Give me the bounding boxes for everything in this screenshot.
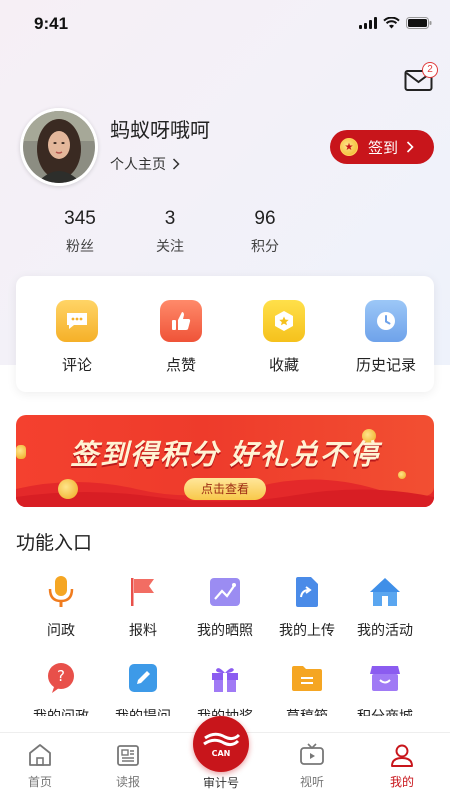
gift-icon — [207, 660, 243, 696]
feature-my-activities[interactable]: 我的活动 — [340, 574, 430, 640]
stat-label: 关注 — [156, 238, 184, 254]
feature-label: 草稿箱 — [286, 708, 328, 716]
feature-label: 积分商城 — [357, 708, 413, 716]
thumbs-up-icon — [160, 300, 202, 342]
stat-label: 积分 — [251, 238, 279, 254]
tab-audit-center-button[interactable]: CAN — [193, 716, 249, 772]
store-icon — [367, 660, 403, 696]
tab-newspaper[interactable]: 读报 — [88, 741, 168, 790]
coin-icon: ★ — [340, 138, 358, 156]
username: 蚂蚁呀哦呵 — [110, 120, 210, 142]
mail-badge: 2 — [422, 62, 438, 78]
feature-my-lottery[interactable]: 我的抽奖 — [180, 660, 270, 716]
user-icon — [362, 741, 442, 769]
profile-stats: 345 粉丝 3 关注 96 积分 — [40, 208, 290, 264]
coin-decoration-icon — [58, 479, 78, 499]
stat-value: 96 — [254, 208, 276, 229]
status-icons — [359, 17, 432, 29]
feature-drafts[interactable]: 草稿箱 — [262, 660, 352, 716]
tab-audit-label: 审计号 — [202, 776, 239, 790]
clock-icon — [365, 300, 407, 342]
feature-label: 我的活动 — [357, 622, 413, 638]
tv-icon — [272, 741, 352, 769]
tab-label: 我的 — [389, 775, 414, 789]
microphone-icon — [43, 574, 79, 610]
chevron-right-icon — [172, 158, 180, 170]
feature-label: 我的晒照 — [197, 622, 253, 638]
stat-value: 3 — [164, 208, 176, 229]
chevron-right-icon — [406, 141, 414, 153]
action-label: 点赞 — [165, 357, 196, 374]
feature-label: 报料 — [129, 622, 157, 638]
checkin-promo-banner[interactable]: 签到得积分 好礼兑不停 点击查看 — [16, 415, 434, 507]
banner-view-button[interactable]: 点击查看 — [184, 478, 266, 500]
feature-my-wenzheng[interactable]: ? 我的问政 — [16, 660, 106, 716]
stat-points[interactable]: 96 积分 — [225, 208, 305, 256]
question-icon: ? — [43, 660, 79, 696]
action-label: 评论 — [61, 357, 92, 374]
personal-homepage-link[interactable]: 个人主页 — [110, 154, 180, 174]
tent-icon — [367, 574, 403, 610]
checkin-button[interactable]: ★ 签到 — [330, 130, 434, 164]
tab-mine[interactable]: 我的 — [362, 741, 442, 790]
action-collect[interactable]: 收藏 — [241, 300, 327, 375]
banner-title: 签到得积分 好礼兑不停 — [70, 439, 380, 470]
upload-file-icon — [289, 574, 325, 610]
stat-following[interactable]: 3 关注 — [130, 208, 210, 256]
feature-my-photos[interactable]: 我的晒照 — [180, 574, 270, 640]
status-bar: 9:41 — [0, 0, 450, 50]
feature-label: 我的上传 — [279, 622, 335, 638]
stat-label: 粉丝 — [66, 238, 94, 254]
feature-my-uploads[interactable]: 我的上传 — [262, 574, 352, 640]
action-comment[interactable]: 评论 — [34, 300, 120, 375]
tab-label: 首页 — [27, 775, 52, 789]
section-title: 功能入口 — [16, 533, 93, 554]
homepage-label: 个人主页 — [110, 156, 166, 172]
home-icon — [0, 741, 80, 769]
avatar[interactable] — [20, 108, 98, 186]
flag-icon — [125, 574, 161, 610]
feature-label: 我的问政 — [33, 708, 89, 716]
action-label: 收藏 — [268, 357, 299, 374]
feature-label: 问政 — [47, 622, 75, 638]
battery-icon — [406, 17, 432, 29]
newspaper-icon — [88, 741, 168, 769]
tab-tv[interactable]: 视听 — [272, 741, 352, 790]
feature-baoliao[interactable]: 报料 — [98, 574, 188, 640]
wifi-icon — [383, 17, 400, 29]
feature-label: 我的抽奖 — [197, 708, 253, 716]
feature-my-questions[interactable]: 我的提问 — [98, 660, 188, 716]
action-label: 历史记录 — [355, 357, 416, 374]
mail-button[interactable]: 2 — [404, 62, 438, 94]
action-history[interactable]: 历史记录 — [343, 300, 429, 375]
signal-icon — [359, 17, 377, 29]
svg-text:CAN: CAN — [212, 749, 231, 758]
folder-icon — [289, 660, 325, 696]
stat-followers[interactable]: 345 粉丝 — [40, 208, 120, 256]
photo-icon — [207, 574, 243, 610]
edit-icon — [125, 660, 161, 696]
stat-value: 345 — [64, 208, 96, 229]
svg-text:?: ? — [57, 667, 65, 685]
can-logo-icon: CAN — [203, 732, 241, 758]
action-like[interactable]: 点赞 — [138, 300, 224, 375]
comment-icon — [56, 300, 98, 342]
feature-grid: 问政 报料 我的晒照 我的上传 我的活动 ? 我的问政 我的提问 我的抽奖 草稿… — [0, 568, 450, 716]
tab-label: 读报 — [115, 775, 140, 789]
feature-wenzheng[interactable]: 问政 — [16, 574, 106, 640]
tab-home[interactable]: 首页 — [0, 741, 80, 790]
checkin-label: 签到 — [368, 139, 399, 157]
quick-actions-card: 评论 点赞 收藏 历史记录 — [16, 276, 434, 392]
star-collect-icon — [263, 300, 305, 342]
status-time: 9:41 — [34, 14, 69, 33]
tab-label: 视听 — [299, 775, 324, 789]
feature-label: 我的提问 — [115, 708, 171, 716]
feature-points-mall[interactable]: 积分商城 — [340, 660, 430, 716]
avatar-image — [23, 111, 95, 183]
